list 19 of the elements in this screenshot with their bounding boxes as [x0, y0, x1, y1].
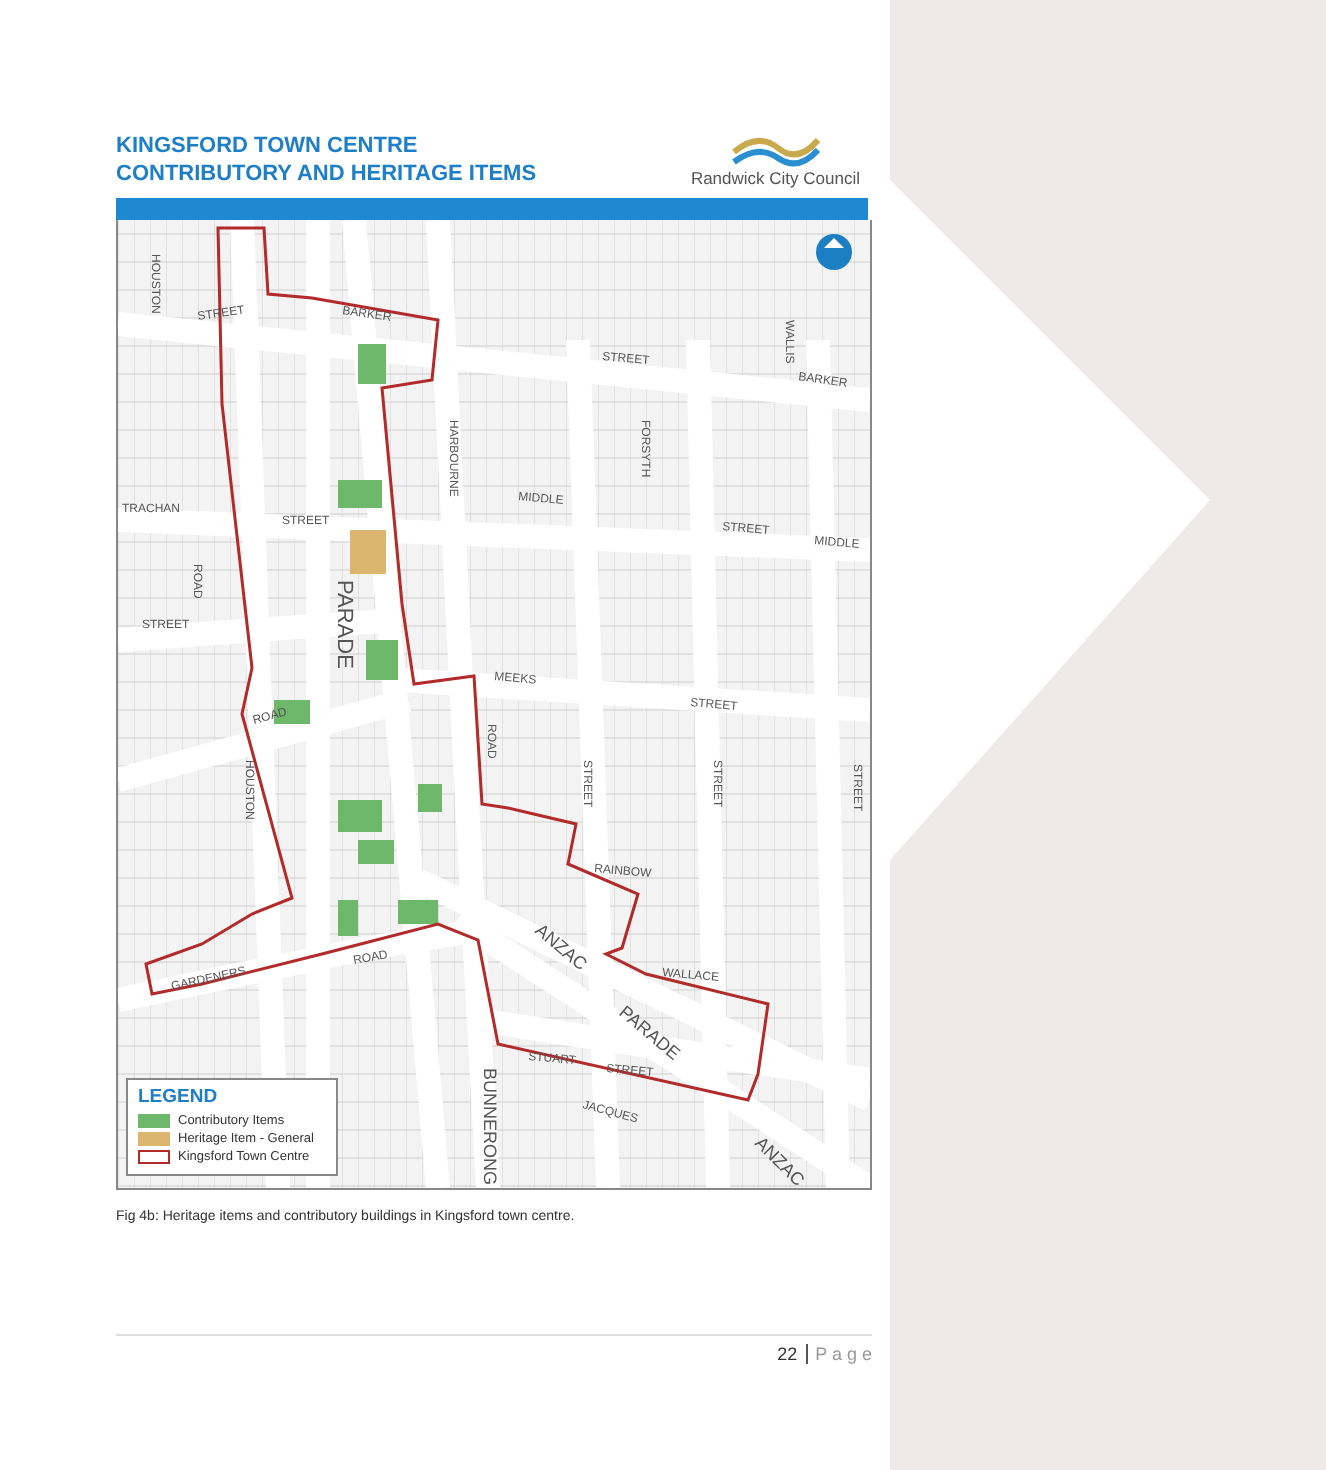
wave-logo-icon	[729, 132, 822, 168]
heritage-item	[350, 530, 386, 574]
map-title: CONTRIBUTORY AND HERITAGE ITEMS	[116, 160, 537, 188]
contributory-item	[366, 640, 398, 680]
contributory-item	[338, 900, 358, 936]
contributory-item	[418, 784, 442, 812]
map-title: KINGSFORD TOWN CENTRE	[116, 132, 420, 160]
contributory-item	[338, 480, 382, 508]
contributory-item	[338, 800, 382, 832]
page-number: 22	[777, 1344, 798, 1364]
contributory-item	[358, 840, 394, 864]
contributory-item	[398, 900, 438, 924]
page-word: P a g e	[815, 1344, 872, 1364]
council-name: Randwick City Council	[690, 168, 860, 188]
footer-separator	[805, 1344, 808, 1364]
street-label: PARADE	[332, 580, 356, 669]
street-label: BUNNERONG	[480, 1068, 500, 1186]
contributory-item	[358, 344, 386, 384]
legend-title: LEGEND	[138, 1086, 220, 1108]
